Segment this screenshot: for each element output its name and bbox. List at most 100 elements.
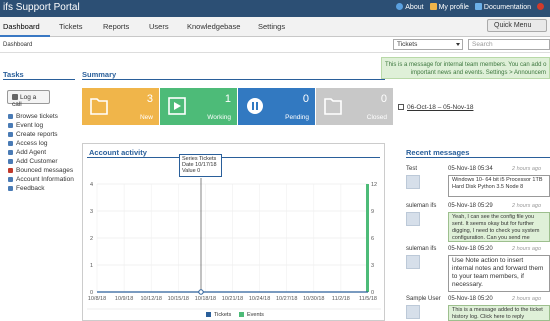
task-bounced-messages[interactable]: Bounced messages (8, 166, 74, 175)
message-author: suleman ifs (406, 246, 437, 252)
documentation-link[interactable]: Documentation (474, 3, 531, 11)
x-tick-label: 10/24/18 (249, 296, 270, 302)
task-add-customer[interactable]: Add Customer (8, 157, 74, 166)
avatar (406, 255, 420, 269)
chart-icon (8, 132, 13, 137)
summary-card-closed[interactable]: 0 Closed (316, 88, 393, 125)
feedback-icon (8, 186, 13, 191)
message-text: Windows 10- 64 bit i5 Processor 1TB Hard… (448, 175, 550, 197)
my-profile-link[interactable]: My profile (429, 3, 469, 11)
summary-card-label: Working (207, 114, 231, 121)
task-feedback[interactable]: Feedback (8, 184, 74, 193)
summary-card-working[interactable]: 1 Working (160, 88, 237, 125)
about-label: About (405, 4, 424, 11)
x-tick-label: 10/15/18 (168, 296, 189, 302)
sub-bar: Dashboard Tickets Search (0, 37, 550, 53)
events-bar (366, 184, 369, 292)
x-tick-label: 10/12/18 (140, 296, 161, 302)
message-item[interactable]: Sample User 05-Nov-18 05:20 2 hours ago … (406, 296, 550, 321)
breadcrumb[interactable]: Dashboard (3, 42, 32, 48)
x-tick-label: 11/2/18 (332, 296, 350, 302)
summary-card-count: 0 (302, 93, 309, 105)
task-label: Feedback (16, 185, 45, 192)
main-nav: Dashboard Tickets Reports Users Knowledg… (0, 17, 550, 37)
user-icon (429, 3, 437, 10)
tab-knowledgebase[interactable]: Knowledgebase (187, 22, 240, 31)
header-links: About My profile Documentation (396, 3, 546, 11)
message-date: 05-Nov-18 05:29 (448, 203, 493, 209)
message-text: Yeah, I can see the config file you sent… (448, 212, 550, 242)
closed-folder-icon (324, 98, 342, 115)
message-text: Use Note action to insert internal notes… (448, 255, 550, 292)
search-scope-select[interactable]: Tickets (393, 39, 463, 50)
activity-chart: 0123403691210/8/18 10/9/18 10/12/18 10/15/1… (87, 178, 381, 318)
recent-messages-divider (406, 157, 550, 158)
task-browse-tickets[interactable]: Browse tickets (8, 112, 74, 121)
quick-menu-button[interactable]: Quick Menu (487, 19, 547, 32)
message-item[interactable]: suleman ifs 05-Nov-18 05:29 2 hours ago … (406, 203, 550, 243)
summary-card-pending[interactable]: 0 Pending (238, 88, 315, 125)
logout-icon (537, 3, 544, 10)
summary-card-count: 3 (146, 93, 153, 105)
task-account-information[interactable]: Account Information (8, 175, 74, 184)
summary-card-label: New (139, 114, 153, 121)
announcement-line-2: important news and events. Settings > An… (410, 70, 546, 76)
task-label: Browse tickets (16, 113, 58, 120)
x-tick-label: 11/5/18 (359, 296, 377, 302)
summary-card-count: 0 (380, 93, 387, 105)
x-tick-label: 10/18/18 (195, 296, 216, 302)
x-tick-label: 10/21/18 (222, 296, 243, 302)
task-label: Bounced messages (16, 167, 74, 174)
tab-users[interactable]: Users (149, 22, 169, 31)
phone-icon (12, 94, 18, 100)
avatar (406, 305, 420, 319)
message-ago: 2 hours ago (512, 296, 542, 302)
tab-settings[interactable]: Settings (258, 22, 285, 31)
tab-reports[interactable]: Reports (103, 22, 129, 31)
message-ago: 2 hours ago (512, 203, 542, 209)
summary-card-label: Closed (366, 114, 387, 121)
calendar-icon (398, 104, 404, 110)
chevron-down-icon (456, 43, 460, 46)
log-call-button[interactable]: Log a call (7, 90, 50, 108)
avatar (406, 212, 420, 226)
task-event-log[interactable]: Event log (8, 121, 74, 130)
info-icon (8, 177, 13, 182)
search-input[interactable]: Search (468, 39, 550, 50)
y-left-tick-label: 1 (90, 263, 93, 269)
message-date: 05-Nov-18 05:20 (448, 246, 493, 252)
legend-events-swatch (239, 312, 244, 317)
tasks-divider (3, 79, 75, 80)
task-list: Browse tickets Event log Create reports … (8, 112, 74, 193)
legend-tickets-swatch (206, 312, 211, 317)
y-right-tick-label: 6 (371, 236, 374, 242)
summary-card-label: Pending (285, 114, 309, 121)
task-label: Create reports (16, 131, 58, 138)
about-link[interactable]: About (396, 3, 424, 11)
warning-icon (8, 168, 13, 173)
task-access-log[interactable]: Access log (8, 139, 74, 148)
task-add-agent[interactable]: Add Agent (8, 148, 74, 157)
task-label: Add Agent (16, 149, 46, 156)
message-item[interactable]: suleman ifs 05-Nov-18 05:20 2 hours ago … (406, 246, 550, 294)
play-icon (168, 97, 186, 115)
task-create-reports[interactable]: Create reports (8, 130, 74, 139)
task-label: Event log (16, 122, 44, 129)
top-header: ifs Support Portal About My profile Docu… (0, 0, 550, 17)
logout-button[interactable] (537, 3, 546, 11)
date-range-picker[interactable]: 06-Oct-18 – 05-Nov-18 (398, 104, 473, 111)
search-scope-value: Tickets (397, 41, 418, 48)
x-tick-label: 10/30/18 (303, 296, 324, 302)
message-ago: 2 hours ago (512, 246, 542, 252)
task-label: Access log (16, 140, 48, 147)
message-text: This is a message added to the ticket hi… (448, 305, 550, 321)
y-right-tick-label: 9 (371, 209, 374, 215)
tab-tickets[interactable]: Tickets (59, 22, 82, 31)
tab-dashboard[interactable]: Dashboard (3, 22, 40, 31)
y-right-tick-label: 3 (371, 263, 374, 269)
log-icon (8, 123, 13, 128)
summary-card-new[interactable]: 3 New (82, 88, 159, 125)
summary-heading: Summary (82, 70, 117, 79)
y-left-tick-label: 2 (90, 236, 93, 242)
message-item[interactable]: Test 05-Nov-18 05:34 2 hours ago Windows… (406, 166, 550, 202)
